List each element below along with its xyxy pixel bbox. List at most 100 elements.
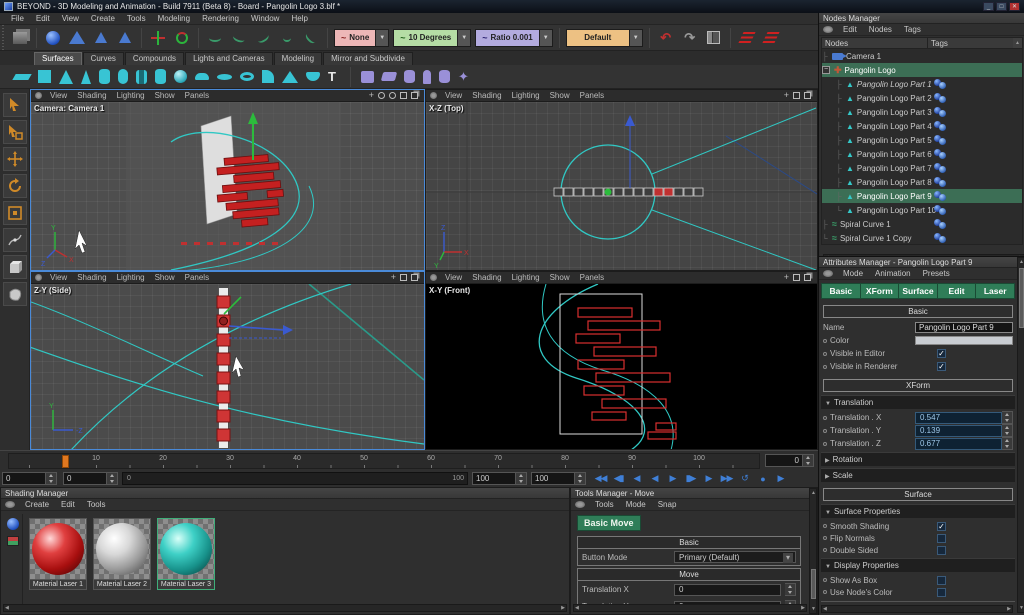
range-end2-field[interactable]: 100 [531,472,575,485]
angle-snap-dropdown-arrow[interactable]: ▼ [457,30,470,46]
peak-tool-icon[interactable] [253,28,273,48]
panel-options-icon[interactable] [823,270,833,277]
preset-dropdown[interactable]: Default ▼ [566,29,643,47]
preset-dropdown-arrow[interactable]: ▼ [629,30,642,46]
vp-menu-shading[interactable]: Shading [468,273,505,282]
node-row-part[interactable]: ├▲Pangolin Logo Part 1 [822,77,1022,91]
viewport-camera[interactable]: View Shading Lighting Show Panels + Came… [30,89,425,271]
material-card[interactable]: Material Laser 2 [93,518,151,590]
snap-none-dropdown-arrow[interactable]: ▼ [375,30,388,46]
pan-view-icon[interactable]: + [369,91,374,100]
menu-tools[interactable]: Tools [122,14,151,23]
sphere-tool-icon[interactable] [43,28,63,48]
visible-renderer-checkbox[interactable]: ✓ [937,362,946,371]
tools-menu-snap[interactable]: Snap [653,500,682,509]
current-frame-spinner[interactable] [803,454,814,467]
viewport-options-icon[interactable] [35,92,42,99]
minimize-button[interactable]: _ [983,2,994,11]
cylinder2-shape-icon[interactable] [155,69,166,84]
timeline-range-slider[interactable]: 0 100 [122,472,468,485]
tools-hscrollbar[interactable] [573,604,807,612]
nodes-menu-nodes[interactable]: Nodes [864,25,897,34]
material-card[interactable]: Material Laser 1 [29,518,87,590]
menu-edit[interactable]: Edit [31,14,55,23]
purple-tube-shape-icon[interactable] [439,70,450,83]
cylinder-shape-icon[interactable] [99,69,110,84]
translation-z-field[interactable]: 0.677 [915,438,1002,450]
translation-group-header[interactable]: ▼Translation [821,395,1015,409]
attributes-hscrollbar[interactable] [821,605,1013,613]
play-button[interactable]: ▶ [664,473,681,484]
basic-move-tab[interactable]: Basic Move [577,515,641,531]
node-tags[interactable] [934,107,946,117]
vp-menu-show[interactable]: Show [151,273,179,282]
tools-menu-mode[interactable]: Mode [621,500,651,509]
undo-button[interactable]: ↶ [656,28,676,48]
use-node-color-checkbox[interactable] [937,588,946,597]
node-row-part-selected[interactable]: ├▲Pangolin Logo Part 9 [822,189,1022,203]
menu-create[interactable]: Create [86,14,120,23]
cascade-viewport-icon[interactable] [804,92,811,99]
shading-menu-create[interactable]: Create [20,500,54,509]
tab-edit[interactable]: Edit [938,283,977,299]
range-end2-spinner[interactable] [575,472,586,485]
vp-menu-show[interactable]: Show [151,91,179,100]
range-end-spinner[interactable] [516,472,527,485]
double-sided-checkbox[interactable] [937,546,946,555]
node-row-part[interactable]: ├▲Pangolin Logo Part 8 [822,175,1022,189]
tags-column-header[interactable]: Tags [928,38,1013,48]
tab-lights-cameras[interactable]: Lights and Cameras [185,52,273,65]
tools-vscrollbar[interactable] [809,488,817,614]
range-start-spinner[interactable] [46,472,57,485]
viewport-side[interactable]: View Shading Lighting Show Panels + Z-Y … [30,271,425,450]
visible-editor-checkbox[interactable]: ✓ [937,349,946,358]
pan-view-icon[interactable]: + [784,91,789,100]
capsule-shape-icon[interactable] [118,69,128,84]
current-frame-field[interactable]: 0 [765,454,803,467]
cube-display-button[interactable] [3,255,27,279]
vp-menu-lighting[interactable]: Lighting [508,273,544,282]
menu-help[interactable]: Help [286,14,312,23]
node-tags[interactable] [934,135,946,145]
spline-tool-icon[interactable] [205,28,225,48]
redo-button[interactable]: ↷ [680,28,700,48]
next-key-button[interactable]: ▶▶ [718,473,735,484]
play-reverse-button[interactable]: ◀ [646,473,663,484]
display-properties-header[interactable]: ▼Display Properties [821,558,1015,572]
vp-menu-view[interactable]: View [46,91,71,100]
scale-group-header[interactable]: ▶Scale [821,468,1015,482]
teapot-shape-icon[interactable] [306,72,320,81]
leaf-tool-icon[interactable] [301,28,321,48]
viewport-front[interactable]: View Shading Lighting Show Panels + X-Y … [425,271,818,450]
tab-compounds[interactable]: Compounds [125,52,184,65]
vp-menu-shading[interactable]: Shading [73,91,110,100]
menu-view[interactable]: View [57,14,84,23]
hemisphere-shape-icon[interactable] [195,73,209,80]
pan-view-icon[interactable]: + [784,273,789,282]
disc-shape-icon[interactable] [217,74,232,80]
go-start-button[interactable]: ◀◀ [592,473,609,484]
scale-tool-button[interactable] [3,201,27,225]
smooth-shading-checkbox[interactable]: ✓ [937,522,946,531]
node-row-part[interactable]: ├▲Pangolin Logo Part 2 [822,91,1022,105]
tab-basic[interactable]: Basic [821,283,861,299]
range-start2-field[interactable]: 0 [63,472,107,485]
translation-x-field[interactable]: 0.547 [915,412,1002,424]
menu-modeling[interactable]: Modeling [153,14,195,23]
stop-button[interactable]: ● [754,474,771,484]
next-frame-button[interactable]: ▶ [700,473,717,484]
attr-menu-animation[interactable]: Animation [870,269,916,278]
node-tags[interactable] [934,191,946,201]
node-tags[interactable] [934,163,946,173]
tab-surface[interactable]: Surface [899,283,938,299]
menu-rendering[interactable]: Rendering [197,14,244,23]
nodes-menu-edit[interactable]: Edit [838,25,862,34]
node-row-part[interactable]: └▲Pangolin Logo Part 10 [822,203,1022,217]
tab-xform[interactable]: XForm [861,283,900,299]
vp-menu-panels[interactable]: Panels [181,91,213,100]
node-row-spiral[interactable]: └≈Spiral Curve 1 Copy [822,231,1022,245]
loop-button[interactable]: ↺ [736,473,753,484]
node-row-camera[interactable]: ├ Camera 1 [822,49,1022,63]
material-card-selected[interactable]: Material Laser 3 [157,518,215,590]
range-end-field[interactable]: 100 [472,472,516,485]
